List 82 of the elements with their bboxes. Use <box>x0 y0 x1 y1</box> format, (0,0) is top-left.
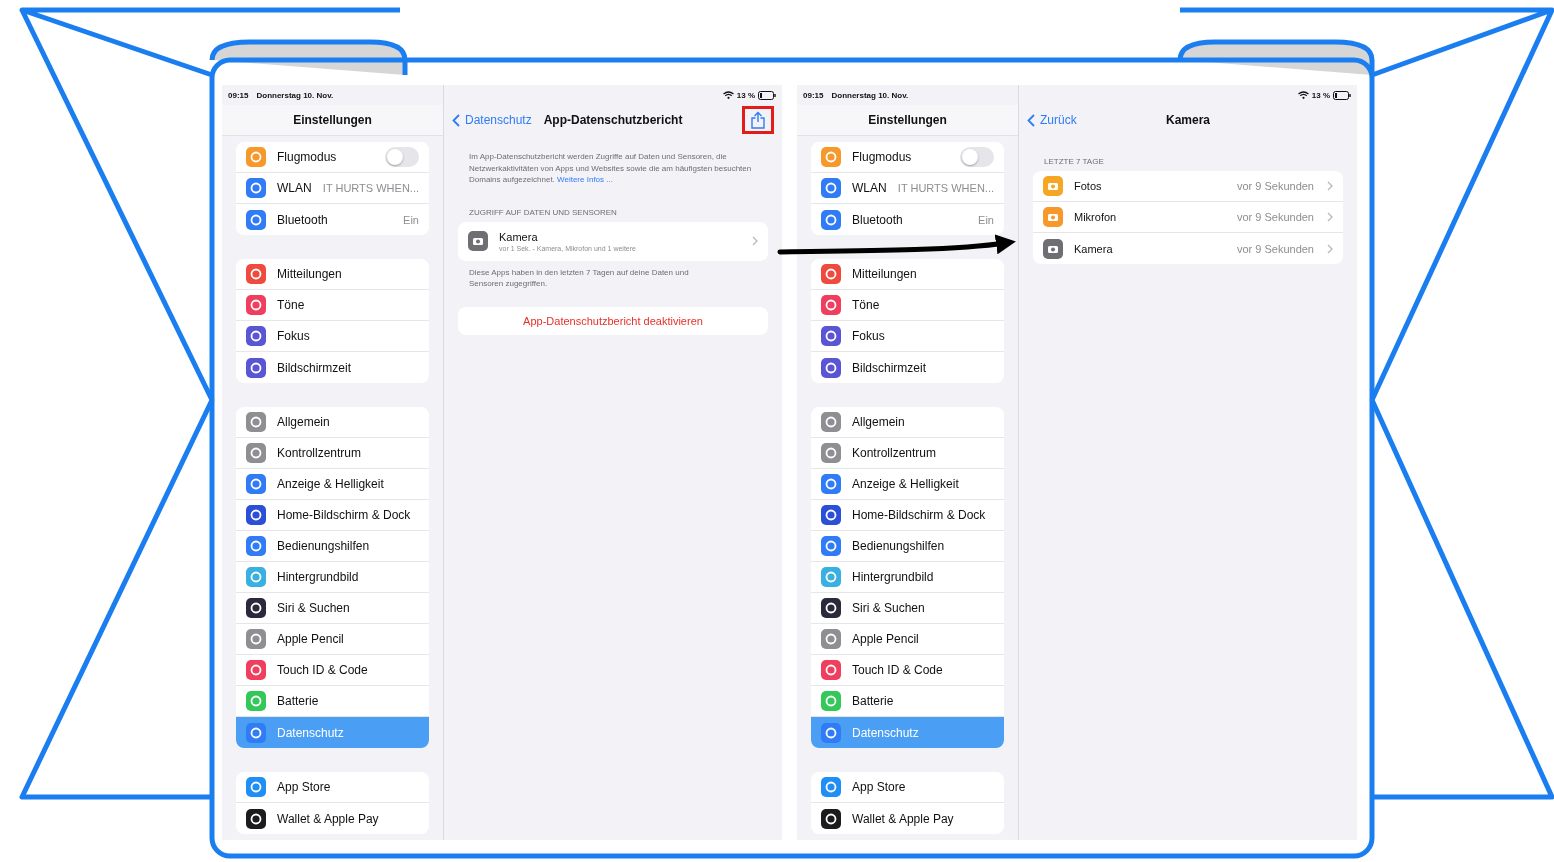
row-value: vor 9 Sekunden <box>1236 180 1314 192</box>
settings-item[interactable]: WLAN IT HURTS WHEN... <box>236 173 429 204</box>
chevron-right-icon <box>752 236 758 246</box>
chevron-left-icon <box>1027 113 1035 127</box>
deactivate-button[interactable]: App-Datenschutzbericht deaktivieren <box>458 306 768 335</box>
settings-item[interactable]: Flugmodus <box>811 142 1004 173</box>
status-time: 09:15 <box>803 90 824 100</box>
battery-percent: 13 % <box>736 90 755 100</box>
settings-item[interactable]: Siri & Suchen <box>811 593 1004 624</box>
settings-item[interactable]: Touch ID & Code <box>236 655 429 686</box>
settings-item[interactable]: Touch ID & Code <box>811 655 1004 686</box>
more-info-link[interactable]: Weitere Infos ... <box>557 175 613 184</box>
list-row[interactable]: Fotos vor 9 Sekunden <box>1033 171 1343 202</box>
settings-item[interactable]: Kontrollzentrum <box>236 438 429 469</box>
chevron-left-icon <box>452 113 460 127</box>
settings-item[interactable]: Home-Bildschirm & Dock <box>236 500 429 531</box>
settings-item[interactable]: Anzeige & Helligkeit <box>236 469 429 500</box>
back-button[interactable]: Datenschutz <box>452 113 532 127</box>
settings-item[interactable]: Apple Pencil <box>236 624 429 655</box>
wifi-icon <box>722 91 734 99</box>
back-button[interactable]: Zurück <box>1027 113 1077 127</box>
section-header: LETZTE 7 TAGE <box>1044 157 1105 166</box>
settings-item[interactable]: Wallet & Apple Pay <box>236 803 429 834</box>
section-header: ZUGRIFF AUF DATEN UND SENSOREN <box>469 207 618 217</box>
status-date: Donnerstag 10. Nov. <box>256 90 334 100</box>
settings-item[interactable]: App Store <box>236 772 429 803</box>
wifi-icon <box>1297 91 1309 99</box>
settings-item[interactable]: Bluetooth Ein <box>236 204 429 235</box>
chevron-right-icon <box>1327 243 1333 254</box>
settings-item[interactable]: Töne <box>236 290 429 321</box>
settings-item[interactable]: Wallet & Apple Pay <box>811 803 1004 834</box>
page-title: App-Datenschutzbericht <box>543 113 683 127</box>
status-date: Donnerstag 10. Nov. <box>831 90 909 100</box>
list-row[interactable]: Kamera vor 9 Sekunden <box>1033 233 1343 264</box>
row-value: vor 9 Sekunden <box>1236 242 1314 255</box>
settings-item[interactable]: Allgemein <box>811 407 1004 438</box>
setting-value: IT HURTS WHEN... <box>897 182 994 194</box>
settings-item[interactable]: Hintergrundbild <box>236 562 429 593</box>
toggle-switch[interactable] <box>960 147 994 167</box>
chevron-right-icon <box>1327 181 1333 191</box>
page-title: Kamera <box>1166 113 1210 127</box>
sidebar-title: Einstellungen <box>797 105 1018 136</box>
settings-item[interactable]: App Store <box>811 772 1004 803</box>
share-button[interactable] <box>742 106 774 134</box>
intro-paragraph: Im App-Datenschutzbericht werden Zugriffe auf Daten und Sensoren, die Netzwerkaktivitäten von Apps und Websites sowie die am häufigsten besuchten Domains aufgezeichnet. Weitere Infos ... <box>469 151 753 186</box>
setting-value: Ein <box>403 213 419 226</box>
row-title: Mikrofon <box>1074 211 1118 223</box>
settings-item[interactable]: Apple Pencil <box>811 624 1004 655</box>
settings-item[interactable]: Siri & Suchen <box>236 593 429 624</box>
settings-item[interactable]: Hintergrundbild <box>811 562 1004 593</box>
settings-item[interactable]: Flugmodus <box>236 142 429 173</box>
settings-item[interactable]: Bluetooth Ein <box>811 204 1004 235</box>
battery-icon <box>758 90 776 100</box>
settings-item[interactable]: WLAN IT HURTS WHEN... <box>811 173 1004 204</box>
battery-percent: 13 % <box>1311 90 1330 100</box>
settings-item[interactable]: Bildschirmzeit <box>811 352 1004 383</box>
section-footer: Diese Apps haben in den letzten 7 Tagen auf deine Daten und Sensoren zugegriffen. <box>469 266 722 289</box>
settings-item[interactable]: Kontrollzentrum <box>811 438 1004 469</box>
settings-item[interactable]: Mitteilungen <box>811 259 1004 290</box>
settings-item[interactable]: Bedienungshilfen <box>811 531 1004 562</box>
sidebar-title: Einstellungen <box>222 105 443 136</box>
row-title: Fotos <box>1074 180 1103 192</box>
battery-icon <box>1333 90 1351 100</box>
setting-value: IT HURTS WHEN... <box>322 182 419 194</box>
row-title: Kamera <box>499 230 539 243</box>
row-value: vor 9 Sekunden <box>1236 211 1314 223</box>
settings-item[interactable]: Anzeige & Helligkeit <box>811 469 1004 500</box>
settings-item[interactable]: Mitteilungen <box>236 259 429 290</box>
settings-item[interactable]: Fokus <box>236 321 429 352</box>
toggle-switch[interactable] <box>385 147 419 167</box>
settings-item[interactable]: Allgemein <box>236 407 429 438</box>
settings-item[interactable]: Bedienungshilfen <box>236 531 429 562</box>
status-time: 09:15 <box>228 90 249 100</box>
settings-item[interactable]: Home-Bildschirm & Dock <box>811 500 1004 531</box>
settings-item[interactable]: Töne <box>811 290 1004 321</box>
settings-item[interactable]: Fokus <box>811 321 1004 352</box>
settings-item[interactable]: Bildschirmzeit <box>236 352 429 383</box>
chevron-right-icon <box>1327 212 1333 222</box>
share-icon <box>751 111 765 129</box>
list-row[interactable]: Mikrofon vor 9 Sekunden <box>1033 202 1343 233</box>
row-title: Kamera <box>1074 242 1114 255</box>
setting-value: Ein <box>978 213 994 226</box>
